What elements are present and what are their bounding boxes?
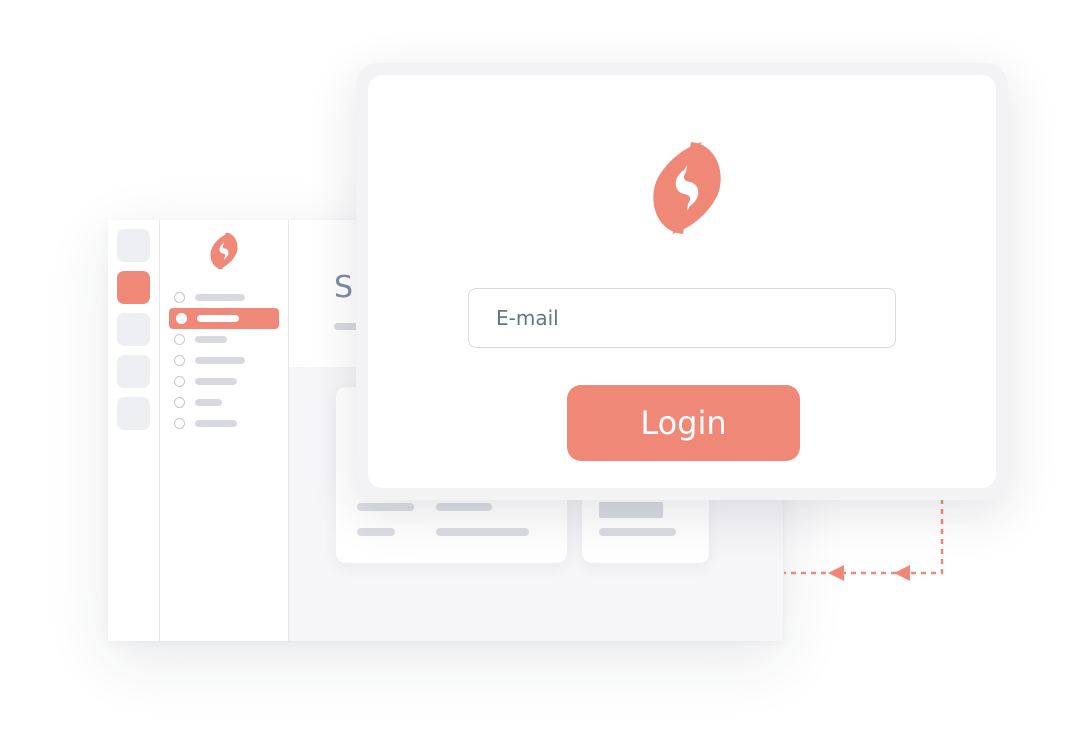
radio-dot-icon xyxy=(174,397,185,408)
skeleton-line xyxy=(599,528,676,536)
sidebar-nav xyxy=(160,220,289,641)
rail-item-active[interactable] xyxy=(117,271,150,304)
radio-dot-icon xyxy=(174,418,185,429)
radio-dot-icon xyxy=(176,313,187,324)
rail-item[interactable] xyxy=(117,397,150,430)
radio-dot-icon xyxy=(174,334,185,345)
nav-item-label-placeholder xyxy=(195,420,237,427)
arrow-head-icon xyxy=(828,565,844,581)
nav-item-label-placeholder xyxy=(197,315,239,322)
nav-item-label-placeholder xyxy=(195,399,222,406)
nav-item-label-placeholder xyxy=(195,336,227,343)
nav-item-active[interactable] xyxy=(169,308,279,329)
rail-item[interactable] xyxy=(117,313,150,346)
rail-item[interactable] xyxy=(117,355,150,388)
radio-dot-icon xyxy=(174,292,185,303)
login-modal: Login xyxy=(356,63,1008,500)
nav-item-label-placeholder xyxy=(195,357,245,364)
skeleton-line xyxy=(357,503,414,511)
nav-item-label-placeholder xyxy=(195,378,237,385)
radio-dot-icon xyxy=(174,355,185,366)
icon-rail xyxy=(108,220,160,641)
brand-logo-icon xyxy=(210,232,238,270)
arrow-head-icon xyxy=(894,565,910,581)
skeleton-line xyxy=(357,528,395,536)
skeleton-block xyxy=(599,502,663,518)
rail-item[interactable] xyxy=(117,229,150,262)
brand-logo-icon xyxy=(653,142,721,234)
radio-dot-icon xyxy=(174,376,185,387)
login-modal-body: Login xyxy=(368,75,996,488)
skeleton-line xyxy=(436,528,529,536)
skeleton-line xyxy=(436,503,492,511)
email-field[interactable] xyxy=(468,288,896,348)
dashed-arrow-connector xyxy=(784,499,944,581)
nav-item-label-placeholder xyxy=(195,294,245,301)
illustration-stage: SI Login xyxy=(0,0,1075,745)
login-button[interactable]: Login xyxy=(567,385,800,461)
